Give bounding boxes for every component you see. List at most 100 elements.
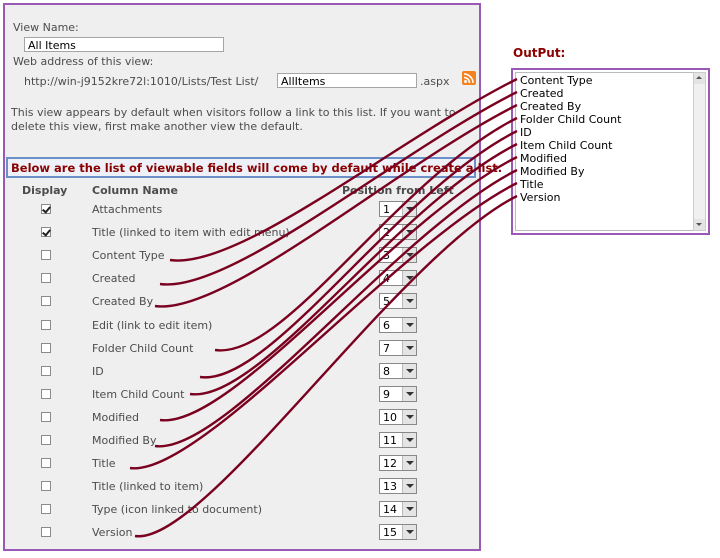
output-list-item[interactable]: ID bbox=[520, 126, 532, 139]
display-checkbox[interactable] bbox=[41, 412, 51, 422]
position-select[interactable]: 4 bbox=[379, 270, 417, 286]
position-select[interactable]: 3 bbox=[379, 247, 417, 263]
chevron-down-icon[interactable] bbox=[402, 248, 416, 262]
display-checkbox[interactable] bbox=[41, 481, 51, 491]
column-name-label: Modified bbox=[92, 411, 139, 424]
output-label: OutPut: bbox=[513, 46, 566, 60]
position-value: 9 bbox=[383, 388, 390, 401]
url-prefix: http://win-j9152kre72l:1010/Lists/Test L… bbox=[24, 75, 259, 88]
column-name-label: Folder Child Count bbox=[92, 342, 194, 355]
chevron-down-icon[interactable] bbox=[402, 525, 416, 539]
output-scrollbar[interactable] bbox=[693, 72, 706, 231]
position-select[interactable]: 5 bbox=[379, 293, 417, 309]
position-value: 2 bbox=[383, 226, 390, 239]
chevron-down-icon[interactable] bbox=[402, 456, 416, 470]
display-checkbox[interactable] bbox=[41, 273, 51, 283]
position-select[interactable]: 14 bbox=[379, 501, 417, 517]
position-select[interactable]: 11 bbox=[379, 432, 417, 448]
chevron-down-icon[interactable] bbox=[402, 225, 416, 239]
column-name-label: Edit (link to edit item) bbox=[92, 319, 213, 332]
output-list-item[interactable]: Created bbox=[520, 87, 564, 100]
column-name-label: Type (icon linked to document) bbox=[92, 503, 262, 516]
default-view-note-line1: This view appears by default when visito… bbox=[11, 106, 456, 119]
display-checkbox[interactable] bbox=[41, 504, 51, 514]
chevron-down-icon[interactable] bbox=[402, 479, 416, 493]
chevron-down-icon[interactable] bbox=[402, 341, 416, 355]
chevron-down-icon[interactable] bbox=[402, 410, 416, 424]
position-value: 4 bbox=[383, 272, 390, 285]
position-value: 12 bbox=[383, 457, 397, 470]
column-name-label: Modified By bbox=[92, 434, 157, 447]
column-name-label: Created bbox=[92, 272, 136, 285]
web-address-label: Web address of this view: bbox=[13, 55, 154, 68]
output-list-item[interactable]: Modified By bbox=[520, 165, 585, 178]
rss-feed-icon[interactable] bbox=[462, 71, 476, 85]
display-checkbox[interactable] bbox=[41, 296, 51, 306]
chevron-down-icon[interactable] bbox=[402, 294, 416, 308]
display-checkbox[interactable] bbox=[41, 389, 51, 399]
column-name-label: Version bbox=[92, 526, 133, 539]
default-view-note-line2: delete this view, first make another vie… bbox=[11, 120, 303, 133]
view-name-label: View Name: bbox=[13, 21, 79, 34]
output-list-item[interactable]: Version bbox=[520, 191, 560, 204]
column-name-label: Created By bbox=[92, 295, 154, 308]
chevron-down-icon[interactable] bbox=[402, 387, 416, 401]
column-name-header: Column Name bbox=[92, 184, 178, 197]
output-list-frame: Content Type Created Created By Folder Chil… bbox=[511, 68, 710, 235]
chevron-down-icon[interactable] bbox=[402, 364, 416, 378]
output-list-item[interactable]: Modified bbox=[520, 152, 567, 165]
scroll-up-icon[interactable] bbox=[694, 73, 705, 84]
position-value: 7 bbox=[383, 342, 390, 355]
output-list-item[interactable]: Item Child Count bbox=[520, 139, 612, 152]
display-checkbox[interactable] bbox=[41, 227, 51, 237]
chevron-down-icon[interactable] bbox=[402, 433, 416, 447]
info-banner: Below are the list of viewable fields wi… bbox=[6, 157, 502, 178]
position-select[interactable]: 13 bbox=[379, 478, 417, 494]
output-list-item[interactable]: Created By bbox=[520, 100, 581, 113]
output-list-item[interactable]: Folder Child Count bbox=[520, 113, 621, 126]
column-name-label: Title (linked to item) bbox=[92, 480, 204, 493]
position-value: 8 bbox=[383, 365, 390, 378]
position-select[interactable]: 10 bbox=[379, 409, 417, 425]
position-select[interactable]: 12 bbox=[379, 455, 417, 471]
column-name-label: Title bbox=[92, 457, 116, 470]
position-select[interactable]: 7 bbox=[379, 340, 417, 356]
display-checkbox[interactable] bbox=[41, 527, 51, 537]
display-checkbox[interactable] bbox=[41, 458, 51, 468]
position-select[interactable]: 8 bbox=[379, 363, 417, 379]
position-value: 15 bbox=[383, 526, 397, 539]
column-name-label: ID bbox=[92, 365, 104, 378]
position-value: 11 bbox=[383, 434, 397, 447]
chevron-down-icon[interactable] bbox=[402, 502, 416, 516]
view-name-input[interactable]: All Items bbox=[24, 37, 224, 52]
display-checkbox[interactable] bbox=[41, 250, 51, 260]
output-list-item[interactable]: Content Type bbox=[520, 74, 593, 87]
chevron-down-icon[interactable] bbox=[402, 271, 416, 285]
output-listbox[interactable]: Content Type Created Created By Folder Chil… bbox=[515, 72, 695, 231]
position-value: 5 bbox=[383, 295, 390, 308]
display-checkbox[interactable] bbox=[41, 366, 51, 376]
output-list-item[interactable]: Title bbox=[520, 178, 544, 191]
display-checkbox[interactable] bbox=[41, 204, 51, 214]
display-checkbox[interactable] bbox=[41, 343, 51, 353]
position-select[interactable]: 1 bbox=[379, 201, 417, 217]
column-name-label: Content Type bbox=[92, 249, 165, 262]
position-value: 3 bbox=[383, 249, 390, 262]
column-name-label: Title (linked to item with edit menu) bbox=[92, 226, 290, 239]
column-name-label: Item Child Count bbox=[92, 388, 185, 401]
url-input[interactable]: AllItems bbox=[277, 73, 417, 88]
position-select[interactable]: 9 bbox=[379, 386, 417, 402]
position-value: 14 bbox=[383, 503, 397, 516]
position-select[interactable]: 2 bbox=[379, 224, 417, 240]
info-banner-text: Below are the list of viewable fields wi… bbox=[11, 161, 503, 175]
position-select[interactable]: 6 bbox=[379, 317, 417, 333]
column-name-label: Attachments bbox=[92, 203, 163, 216]
position-select[interactable]: 15 bbox=[379, 524, 417, 540]
position-value: 1 bbox=[383, 203, 390, 216]
chevron-down-icon[interactable] bbox=[402, 202, 416, 216]
url-suffix: .aspx bbox=[420, 75, 450, 88]
chevron-down-icon[interactable] bbox=[402, 318, 416, 332]
display-checkbox[interactable] bbox=[41, 320, 51, 330]
scroll-down-icon[interactable] bbox=[694, 219, 705, 230]
display-checkbox[interactable] bbox=[41, 435, 51, 445]
